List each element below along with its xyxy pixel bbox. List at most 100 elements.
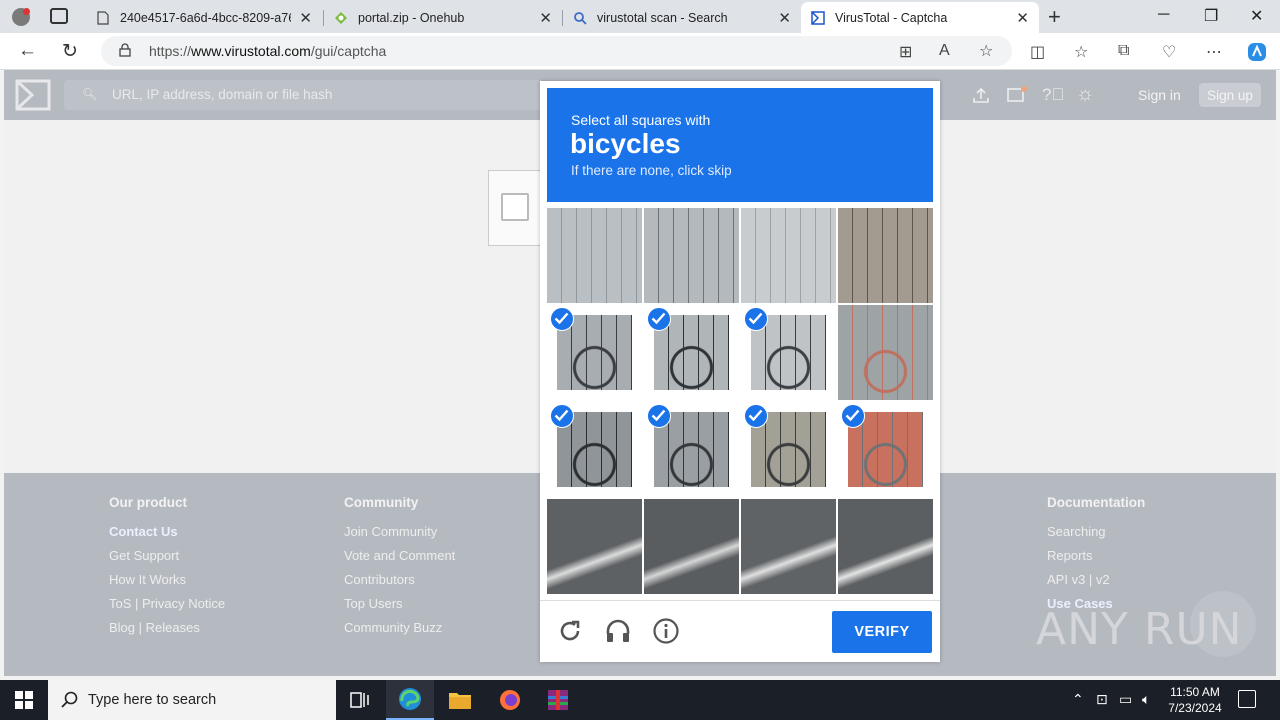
captcha-tile[interactable] xyxy=(838,305,933,400)
taskbar-edge[interactable] xyxy=(386,680,434,720)
taskbar-file-explorer[interactable] xyxy=(436,680,484,720)
footer-link[interactable]: Top Users xyxy=(344,595,455,619)
close-icon[interactable]: ✕ xyxy=(539,9,552,27)
footer-link[interactable]: How It Works xyxy=(109,571,225,595)
verify-button[interactable]: VERIFY xyxy=(832,611,932,653)
taskbar-search-input[interactable]: Type here to search xyxy=(48,680,336,720)
tab-onehub[interactable]: portal.zip - Onehub ✕ xyxy=(324,2,562,33)
collections-icon[interactable]: ⧉ xyxy=(1118,42,1129,60)
footer-link[interactable]: API v3 | v2 xyxy=(1047,571,1145,595)
restore-icon[interactable]: ❐ xyxy=(1204,6,1218,26)
more-menu-icon[interactable]: ⋯ xyxy=(1206,42,1222,62)
tab-file[interactable]: 240e4517-6a6d-4bcc-8209-a76bb ✕ xyxy=(86,2,322,33)
captcha-tile[interactable] xyxy=(644,208,739,303)
footer-link[interactable]: Contributors xyxy=(344,571,455,595)
upload-icon[interactable] xyxy=(972,86,990,104)
taskbar-clock[interactable]: 11:50 AM 7/23/2024 xyxy=(1160,684,1230,716)
captcha-tile[interactable] xyxy=(644,499,739,594)
close-icon[interactable]: ✕ xyxy=(299,9,312,27)
captcha-tile-image xyxy=(644,208,739,303)
browser-toolbar: ← ↻ https://www.virustotal.com/gui/captc… xyxy=(0,33,1280,70)
footer-link[interactable]: Join Community xyxy=(344,523,455,547)
browser-essentials-icon[interactable]: ♡ xyxy=(1162,42,1176,62)
selected-check-icon xyxy=(647,404,671,428)
footer-link[interactable]: Get Support xyxy=(109,547,225,571)
reload-icon[interactable] xyxy=(556,617,584,645)
tab-search[interactable]: virustotal scan - Search ✕ xyxy=(563,2,801,33)
onehub-icon xyxy=(335,11,347,24)
new-tab-icon[interactable]: + xyxy=(1048,4,1061,30)
sign-up-button[interactable]: Sign up xyxy=(1199,83,1261,107)
audio-challenge-icon[interactable] xyxy=(604,617,632,645)
read-aloud-icon[interactable]: A xyxy=(939,42,950,60)
back-icon[interactable]: ← xyxy=(18,40,37,62)
help-icon[interactable]: ?⃝ xyxy=(1042,85,1064,105)
captcha-tile[interactable] xyxy=(838,499,933,594)
app-available-icon[interactable]: ⊞ xyxy=(899,42,912,62)
task-view-button[interactable] xyxy=(336,680,384,720)
taskbar-search-placeholder: Type here to search xyxy=(88,692,217,708)
address-bar[interactable]: https://www.virustotal.com/gui/captcha ⊞… xyxy=(101,36,1012,66)
footer-column-product: Our product Contact Us Get Support How I… xyxy=(109,495,225,643)
captcha-tile[interactable] xyxy=(838,208,933,303)
captcha-tile[interactable] xyxy=(741,499,836,594)
footer-heading: Community xyxy=(344,495,419,510)
profile-button[interactable] xyxy=(8,5,34,29)
notification-center-icon[interactable] xyxy=(1238,690,1256,708)
theme-toggle-icon[interactable]: ☼ xyxy=(1076,83,1094,106)
refresh-icon[interactable]: ↻ xyxy=(62,40,78,63)
split-screen-icon[interactable]: ◫ xyxy=(1030,42,1045,62)
selected-check-icon xyxy=(647,307,671,331)
favorite-star-icon[interactable]: ☆ xyxy=(979,41,993,61)
footer-link[interactable]: Community Buzz xyxy=(344,619,455,643)
clock-date: 7/23/2024 xyxy=(1168,701,1222,715)
captcha-tile[interactable] xyxy=(741,402,836,497)
footer-link[interactable]: Reports xyxy=(1047,547,1145,571)
captcha-tile-image xyxy=(547,499,642,594)
captcha-tile[interactable] xyxy=(644,305,739,400)
search-icon xyxy=(574,11,587,25)
captcha-tile[interactable] xyxy=(741,305,836,400)
tray-overflow-icon[interactable]: ⌃ xyxy=(1072,691,1084,708)
captcha-tile[interactable] xyxy=(547,208,642,303)
captcha-tile[interactable] xyxy=(547,305,642,400)
footer-link[interactable]: ToS | Privacy Notice xyxy=(109,595,225,619)
edge-icon xyxy=(399,688,421,710)
favorites-icon[interactable]: ☆ xyxy=(1074,42,1088,62)
copilot-icon[interactable] xyxy=(1246,41,1268,63)
captcha-tile[interactable] xyxy=(741,208,836,303)
close-icon[interactable]: ✕ xyxy=(778,9,791,27)
vt-search-input[interactable]: 🔍︎ URL, IP address, domain or file hash xyxy=(64,80,544,110)
volume-icon[interactable]: 🔈︎ xyxy=(1142,691,1150,708)
footer-link[interactable]: Searching xyxy=(1047,523,1145,547)
captcha-tile[interactable] xyxy=(838,402,933,497)
close-icon[interactable]: ✕ xyxy=(1016,9,1029,27)
selected-check-icon xyxy=(744,307,768,331)
footer-column-documentation: Documentation Searching Reports API v3 |… xyxy=(1047,495,1145,619)
info-icon[interactable] xyxy=(652,617,680,645)
captcha-tile[interactable] xyxy=(547,402,642,497)
notifications-icon[interactable] xyxy=(1006,85,1028,105)
minimize-icon[interactable]: ─ xyxy=(1158,6,1169,24)
footer-link[interactable]: Vote and Comment xyxy=(344,547,455,571)
captcha-tile-image xyxy=(741,208,836,303)
captcha-checkbox[interactable] xyxy=(501,193,529,221)
captcha-tile[interactable] xyxy=(644,402,739,497)
url-text: https://www.virustotal.com/gui/captcha xyxy=(149,43,387,59)
footer-link[interactable]: Contact Us xyxy=(109,523,225,547)
network-icon[interactable]: ▭ xyxy=(1119,691,1132,708)
sign-in-link[interactable]: Sign in xyxy=(1138,87,1181,103)
window-close-icon[interactable]: ✕ xyxy=(1250,6,1263,26)
footer-link[interactable]: Blog | Releases xyxy=(109,619,225,643)
firefox-icon xyxy=(500,690,520,710)
captcha-tile-image xyxy=(838,499,933,594)
tab-actions-icon[interactable] xyxy=(50,8,68,24)
virustotal-logo-icon[interactable] xyxy=(14,78,52,112)
tab-label: virustotal scan - Search xyxy=(597,10,728,25)
windows-start-icon[interactable] xyxy=(15,691,33,709)
captcha-tile[interactable] xyxy=(547,499,642,594)
tab-virustotal[interactable]: VirusTotal - Captcha ✕ xyxy=(801,2,1039,33)
taskbar-firefox[interactable] xyxy=(486,680,534,720)
taskbar-winrar[interactable] xyxy=(534,680,582,720)
tray-device-icon[interactable]: ⊡ xyxy=(1096,691,1108,708)
